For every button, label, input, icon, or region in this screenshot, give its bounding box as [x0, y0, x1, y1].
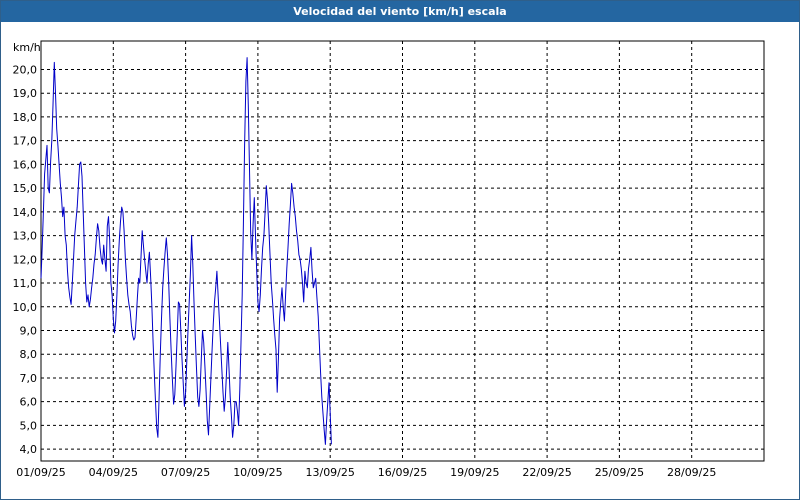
- y-tick-label: 4,0: [20, 443, 38, 456]
- x-tick-label: 13/09/25: [305, 466, 354, 479]
- y-tick-label: 9,0: [20, 324, 38, 337]
- x-tick-label: 04/09/25: [89, 466, 138, 479]
- chart-window: Velocidad del viento [km/h] escala km/h …: [0, 0, 800, 500]
- y-tick-label: 16,0: [13, 158, 38, 171]
- x-tick-label: 16/09/25: [378, 466, 427, 479]
- y-tick-label: 6,0: [20, 396, 38, 409]
- y-tick-label: 19,0: [13, 87, 38, 100]
- y-tick-labels: 4,0 5,0 6,0 7,0 8,0 9,0 10,0 11,0 12,0 13,0 14,0 15…: [13, 63, 38, 456]
- x-tick-label: 01/09/25: [16, 466, 65, 479]
- y-tick-label: 7,0: [20, 372, 38, 385]
- y-tick-label: 15,0: [13, 182, 38, 195]
- y-tick-label: 13,0: [13, 230, 38, 243]
- y-tick-label: 18,0: [13, 111, 38, 124]
- y-tick-label: 12,0: [13, 253, 38, 266]
- x-tick-label: 25/09/25: [595, 466, 644, 479]
- x-tick-label: 22/09/25: [522, 466, 571, 479]
- y-tick-label: 5,0: [20, 419, 38, 432]
- x-tick-labels: 01/09/25 04/09/25 07/09/25 10/09/25 13/09/25…: [16, 466, 716, 479]
- y-tick-label: 10,0: [13, 301, 38, 314]
- x-tick-label: 28/09/25: [667, 466, 716, 479]
- y-tick-label: 17,0: [13, 135, 38, 148]
- chart-area: km/h 4,0 5,0 6,0 7,0 8,0 9,0 10,0 11,0 12,0 13,0 1…: [13, 40, 765, 479]
- y-tick-label: 8,0: [20, 348, 38, 361]
- y-tick-label: 20,0: [13, 63, 38, 76]
- x-tick-label: 10/09/25: [233, 466, 282, 479]
- y-tick-label: 14,0: [13, 206, 38, 219]
- y-axis-unit-label: km/h: [13, 41, 41, 54]
- chart-title: Velocidad del viento [km/h] escala: [1, 1, 799, 22]
- x-tick-label: 07/09/25: [161, 466, 210, 479]
- x-tick-label: 19/09/25: [450, 466, 499, 479]
- y-tick-label: 11,0: [13, 277, 38, 290]
